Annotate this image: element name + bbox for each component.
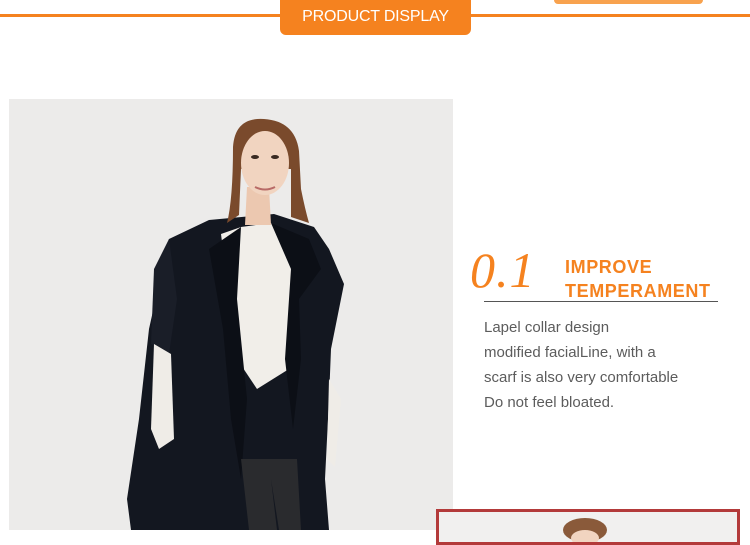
feature-divider [484, 301, 718, 302]
feature-description: Lapel collar design modified facialLine,… [484, 319, 679, 411]
product-photo [9, 99, 453, 530]
section-title-banner: PRODUCT DISPLAY [280, 0, 471, 35]
feature-number: 0.1 [470, 242, 536, 298]
next-product-photo [436, 509, 740, 545]
header-tab-accent [554, 0, 703, 4]
feature-title: IMPROVE TEMPERAMENT [565, 257, 711, 301]
